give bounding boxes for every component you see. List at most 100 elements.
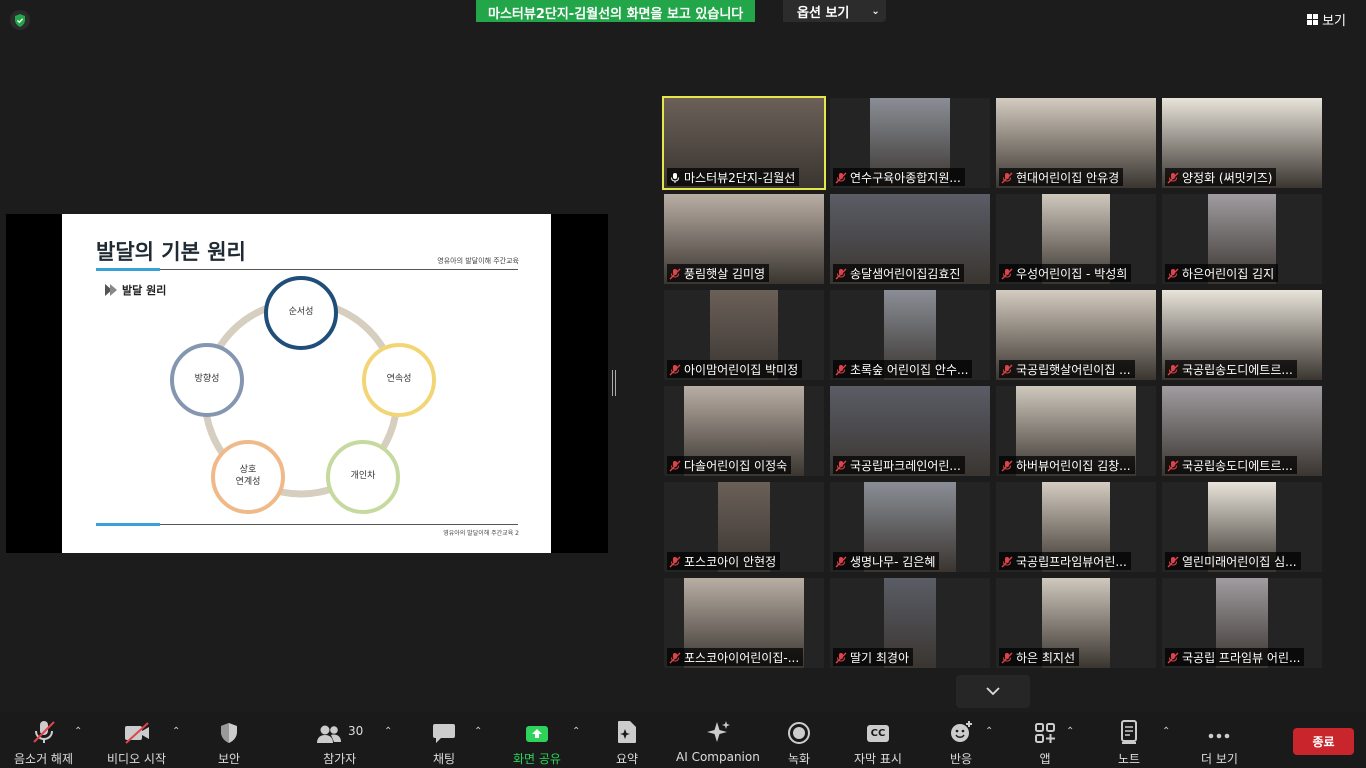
video-options-caret-icon[interactable]: ⌃ (172, 726, 180, 737)
mic-muted-icon (669, 652, 681, 663)
participant-name-label: 양정화 (써밋키즈) (1165, 168, 1277, 186)
record-icon (788, 722, 811, 744)
record-button[interactable]: 녹화 (788, 718, 810, 767)
end-meeting-button[interactable]: 종료 (1293, 728, 1354, 755)
captions-button[interactable]: CC 자막 표시 (854, 718, 902, 767)
participant-tile[interactable]: 국공립 프라임뷰 어린... (1162, 578, 1322, 668)
participant-name-label: 하은어린이집 김지 (1165, 264, 1279, 282)
view-button[interactable]: 보기 (1307, 10, 1346, 29)
participant-name-label: 풍림햇살 김미영 (667, 264, 770, 282)
share-caret-icon[interactable]: ⌃ (572, 726, 580, 737)
participant-name-label: 국공립햇살어린이집 ... (999, 360, 1135, 378)
security-button[interactable]: 보안 (218, 718, 240, 767)
security-shield-icon[interactable] (10, 10, 30, 30)
participant-tile[interactable]: 국공립파크레인어린... (830, 386, 990, 476)
participant-tile[interactable]: 국공립프라임뷰어린... (996, 482, 1156, 572)
slide-footer-accent (96, 523, 160, 526)
start-video-button[interactable]: 비디오 시작 (107, 718, 166, 767)
node-interconnection: 상호 연계성 (211, 440, 285, 514)
ai-companion-button[interactable]: AI Companion (676, 718, 760, 764)
participant-tile[interactable]: 국공립송도디에트르... (1162, 290, 1322, 380)
participant-tile[interactable]: 송달샘어린이집김효진 (830, 194, 990, 284)
notes-button[interactable]: 노트 (1118, 718, 1140, 767)
apps-button[interactable]: 앱 (1034, 718, 1056, 767)
participant-tile[interactable]: 풍림햇살 김미영 (664, 194, 824, 284)
participants-caret-icon[interactable]: ⌃ (384, 726, 392, 737)
mic-muted-icon (835, 652, 847, 663)
participant-name-label: 다솔어린이집 이정숙 (667, 456, 792, 474)
participant-tile[interactable]: 초록숲 어린이집 안수... (830, 290, 990, 380)
participant-name: 국공립송도디에트르... (1182, 459, 1293, 473)
node-continuity: 연속성 (362, 343, 436, 417)
mic-muted-icon (835, 460, 847, 471)
participant-tile[interactable]: 국공립송도디에트르... (1162, 386, 1322, 476)
notes-caret-icon[interactable]: ⌃ (1162, 726, 1170, 737)
participant-tile[interactable]: 현대어린이집 안유경 (996, 98, 1156, 188)
captions-label: 자막 표시 (854, 752, 902, 766)
split-resize-handle[interactable] (612, 370, 616, 396)
reactions-button[interactable]: 반응 (949, 718, 973, 767)
share-screen-icon (525, 726, 548, 742)
participants-button[interactable]: 30 참가자 (316, 718, 363, 767)
participant-name-label: 생명나무- 김은혜 (833, 552, 940, 570)
mic-muted-icon (835, 364, 847, 375)
participant-tile[interactable]: 생명나무- 김은혜 (830, 482, 990, 572)
participant-tile[interactable]: 하은어린이집 김지 (1162, 194, 1322, 284)
participant-name-label: 마스터뷰2단지-김월선 (667, 168, 800, 186)
unmute-label: 음소거 해제 (14, 752, 74, 766)
summary-label: 요약 (616, 752, 639, 766)
shield-icon (221, 723, 238, 743)
chat-icon (433, 724, 455, 743)
share-screen-label: 화면 공유 (513, 752, 561, 766)
participant-tile[interactable]: 아이맘어린이집 박미정 (664, 290, 824, 380)
participant-tile[interactable]: 양정화 (써밋키즈) (1162, 98, 1322, 188)
mic-muted-icon (1167, 268, 1179, 279)
chat-caret-icon[interactable]: ⌃ (474, 726, 482, 737)
participant-tile[interactable]: 포스코아이어린이집-... (664, 578, 824, 668)
meeting-toolbar: 음소거 해제 ⌃ 비디오 시작 ⌃ 보안 30 참가자 ⌃ 채팅 ⌃ 화면 공유… (0, 712, 1366, 768)
summary-button[interactable]: 요약 (616, 718, 638, 767)
participant-tile[interactable]: 마스터뷰2단지-김월선 (662, 96, 826, 190)
participant-name: 국공립 프라임뷰 어린... (1182, 651, 1301, 665)
participant-tile[interactable]: 다솔어린이집 이정숙 (664, 386, 824, 476)
participant-tile[interactable]: 우성어린이집 - 박성희 (996, 194, 1156, 284)
reactions-caret-icon[interactable]: ⌃ (985, 726, 993, 737)
node-direction: 방향성 (170, 343, 244, 417)
participant-tile[interactable]: 국공립햇살어린이집 ... (996, 290, 1156, 380)
participant-name: 양정화 (써밋키즈) (1182, 171, 1273, 185)
mic-muted-icon (835, 556, 847, 567)
mic-muted-icon (669, 364, 681, 375)
unmute-button[interactable]: 음소거 해제 (14, 718, 73, 767)
apps-caret-icon[interactable]: ⌃ (1066, 726, 1074, 737)
audio-options-caret-icon[interactable]: ⌃ (74, 726, 82, 737)
collapse-gallery-button[interactable] (956, 675, 1030, 708)
node-individual-difference: 개인차 (326, 440, 400, 514)
view-options-button[interactable]: 옵션 보기 ⌄ (783, 0, 886, 22)
mic-muted-icon (1001, 460, 1013, 471)
participant-tile[interactable]: 하은 최지선 (996, 578, 1156, 668)
participant-tile[interactable]: 포스코아이 안현정 (664, 482, 824, 572)
more-button[interactable]: 더 보기 (1201, 718, 1238, 767)
participant-tile[interactable]: 열린미래어린이집 심... (1162, 482, 1322, 572)
viewing-share-banner: 마스터뷰2단지-김월선의 화면을 보고 있습니다 (476, 0, 756, 22)
participant-name-label: 포스코아이 안현정 (667, 552, 781, 570)
slide-footer-text: 영유아의 발달이해 주간교육 (443, 530, 514, 537)
participant-name-label: 포스코아이어린이집-... (667, 648, 804, 666)
mic-muted-icon (669, 556, 681, 567)
presentation-slide: 발달의 기본 원리 영유아의 발달이해 주간교육 발달 원리 순서성 연속성 개… (62, 214, 551, 553)
participant-tile[interactable]: 연수구육아종합지원... (830, 98, 990, 188)
shared-screen[interactable]: 발달의 기본 원리 영유아의 발달이해 주간교육 발달 원리 순서성 연속성 개… (6, 214, 608, 553)
share-screen-button[interactable]: 화면 공유 (513, 718, 561, 767)
participant-name-label: 열린미래어린이집 심... (1165, 552, 1301, 570)
participant-tile[interactable]: 딸기 최경아 (830, 578, 990, 668)
participant-name-label: 연수구육아종합지원... (833, 168, 965, 186)
captions-cc-icon: CC (866, 725, 890, 742)
zoom-meeting-window: 마스터뷰2단지-김월선의 화면을 보고 있습니다 옵션 보기 ⌄ 보기 발달의 … (0, 0, 1366, 768)
notes-label: 노트 (1118, 752, 1141, 766)
node-interconnection-label: 상호 연계성 (235, 465, 261, 487)
participant-tile[interactable]: 하버뷰어린이집 김창... (996, 386, 1156, 476)
node-order-label: 순서성 (288, 307, 314, 318)
chat-button[interactable]: 채팅 (432, 718, 456, 767)
participant-name: 초록숲 어린이집 안수... (850, 363, 969, 377)
chat-label: 채팅 (432, 752, 456, 766)
